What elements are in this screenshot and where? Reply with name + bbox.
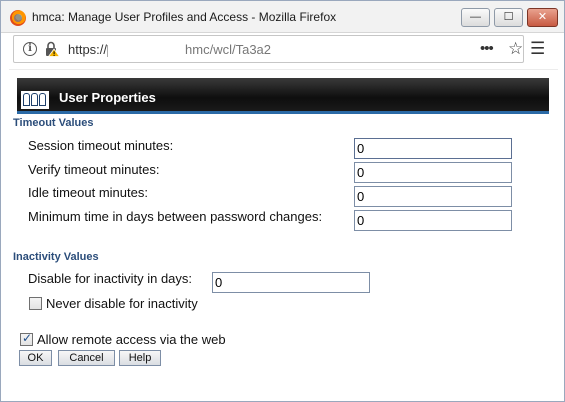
help-button[interactable]: Help bbox=[119, 350, 161, 366]
url-text[interactable]: https:// hmc/wcl/Ta3a2 bbox=[68, 42, 271, 57]
idle-timeout-input[interactable] bbox=[354, 186, 512, 207]
timeout-section-title: Timeout Values bbox=[13, 117, 94, 129]
ok-button[interactable]: OK bbox=[19, 350, 52, 366]
minimize-button[interactable]: — bbox=[461, 8, 490, 27]
min-password-days-input[interactable] bbox=[354, 210, 512, 231]
verify-timeout-label: Verify timeout minutes: bbox=[28, 162, 160, 177]
verify-timeout-input[interactable] bbox=[354, 162, 512, 183]
never-disable-label[interactable]: Never disable for inactivity bbox=[46, 296, 198, 311]
page-actions-dots-icon[interactable]: ••• bbox=[480, 40, 494, 57]
maximize-button[interactable]: ☐ bbox=[494, 8, 523, 27]
url-scheme: https:// bbox=[68, 42, 108, 57]
never-disable-checkbox[interactable] bbox=[29, 297, 42, 310]
window-title: hmca: Manage User Profiles and Access - … bbox=[32, 10, 337, 24]
page-header: User Properties bbox=[17, 78, 549, 114]
idle-timeout-label: Idle timeout minutes: bbox=[28, 185, 148, 200]
content-divider bbox=[9, 69, 558, 70]
close-button[interactable]: ✕ bbox=[527, 8, 558, 27]
header-accent-line bbox=[17, 111, 549, 114]
redacted-host bbox=[107, 44, 186, 57]
disable-inactivity-input[interactable] bbox=[212, 272, 370, 293]
info-icon[interactable]: i bbox=[23, 42, 37, 56]
firefox-logo-icon bbox=[10, 10, 26, 26]
hamburger-menu-icon[interactable]: ☰ bbox=[530, 39, 545, 59]
bookmark-star-icon[interactable]: ☆ bbox=[508, 39, 523, 59]
page-title: User Properties bbox=[59, 90, 156, 105]
inactivity-section-title: Inactivity Values bbox=[13, 251, 99, 263]
browser-window: hmca: Manage User Profiles and Access - … bbox=[0, 0, 565, 402]
user-group-icon bbox=[21, 91, 49, 109]
remote-access-checkbox[interactable] bbox=[20, 331, 33, 346]
min-password-days-label: Minimum time in days between password ch… bbox=[28, 209, 323, 224]
session-timeout-input[interactable] bbox=[354, 138, 512, 159]
cancel-button[interactable]: Cancel bbox=[58, 350, 115, 366]
url-path: hmc/wcl/Ta3a2 bbox=[185, 42, 272, 57]
title-bar: hmca: Manage User Profiles and Access - … bbox=[1, 1, 564, 33]
disable-inactivity-label: Disable for inactivity in days: bbox=[28, 271, 193, 286]
insecure-lock-warning-icon[interactable] bbox=[44, 41, 60, 57]
session-timeout-label: Session timeout minutes: bbox=[28, 138, 174, 153]
remote-access-label[interactable]: Allow remote access via the web bbox=[37, 332, 226, 347]
url-bar[interactable]: i https:// hmc/wcl/Ta3a2 ••• ☆ bbox=[13, 35, 524, 63]
